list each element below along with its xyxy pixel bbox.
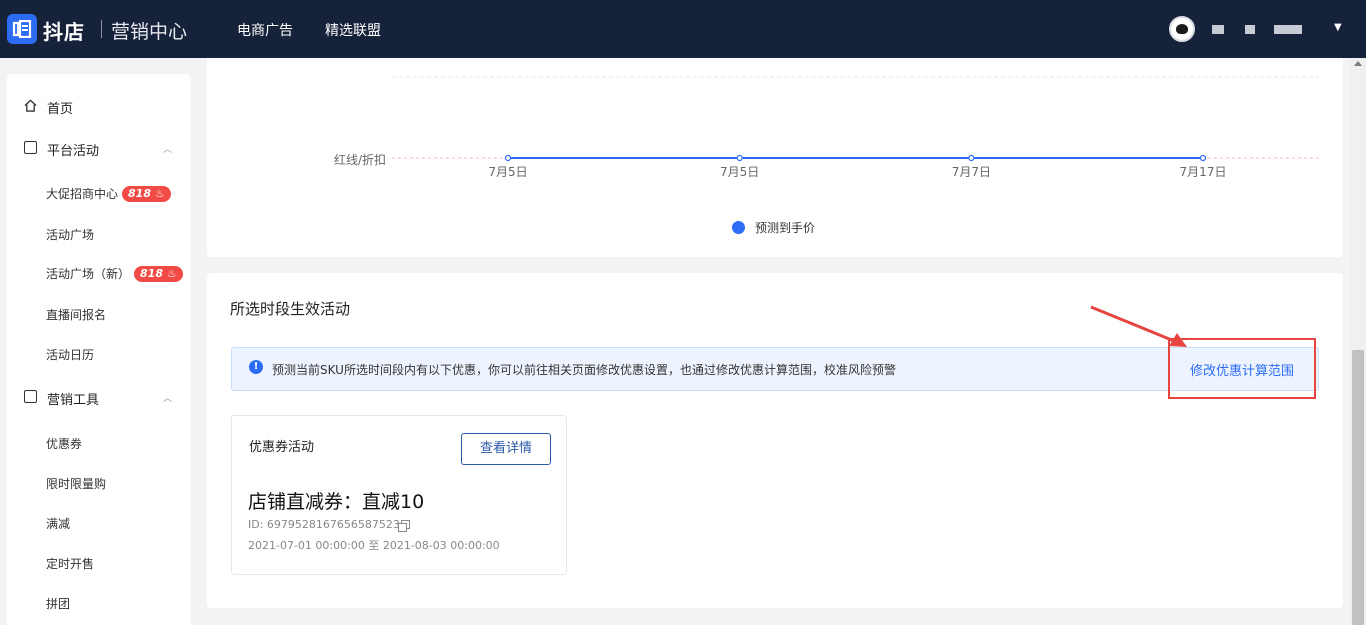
page-scrollbar[interactable] — [1350, 58, 1366, 625]
copy-icon[interactable] — [398, 520, 410, 532]
sidebar-item-flash-sale[interactable]: 限时限量购 — [46, 475, 106, 492]
hot-badge: 818 ♨ — [122, 186, 171, 202]
notice-text: 预测当前SKU所选时间段内有以下优惠，你可以前往相关页面修改优惠设置，也通过修改… — [272, 363, 896, 377]
coupon-id: ID: 6979528167656587523 — [248, 518, 400, 531]
price-forecast-card: 7月5日 7月5日 7月7日 7月17日 红线/折扣 预测到手价 — [207, 58, 1343, 257]
blurred-shop-name — [1274, 25, 1302, 34]
info-icon: ! — [249, 360, 263, 374]
data-point — [968, 154, 975, 162]
scroll-up-arrow-icon[interactable] — [1354, 61, 1362, 66]
nav-alliance[interactable]: 精选联盟 — [325, 20, 381, 40]
sidebar-item-home[interactable]: 首页 — [47, 98, 73, 117]
x-tick-label: 7月5日 — [720, 165, 759, 179]
sidebar-item-promo-center[interactable]: 大促招商中心 818 ♨ — [46, 185, 171, 202]
doudian-logo-icon[interactable] — [7, 14, 37, 44]
brand-divider — [101, 20, 102, 38]
activity-icon — [24, 141, 37, 154]
sidebar-item-timed-sale[interactable]: 定时开售 — [46, 555, 94, 572]
legend-label: 预测到手价 — [755, 221, 816, 235]
chart-legend[interactable]: 预测到手价 — [732, 219, 815, 236]
sidebar-group-platform-activity[interactable]: 平台活动 — [47, 140, 99, 159]
coupon-type-label: 优惠券活动 — [249, 440, 315, 455]
reference-line-label: 红线/折扣 — [334, 153, 387, 167]
sidebar-group-marketing-tools[interactable]: 营销工具 — [47, 389, 99, 408]
sidebar-item-group-buy[interactable]: 拼团 — [46, 595, 70, 612]
chevron-up-icon[interactable]: ︿ — [163, 142, 172, 155]
hot-badge: 818 ♨ — [134, 266, 183, 282]
data-point — [736, 154, 743, 162]
nav-ads[interactable]: 电商广告 — [237, 20, 293, 40]
x-tick-label: 7月7日 — [952, 165, 991, 179]
sidebar-item-live-signup[interactable]: 直播间报名 — [46, 306, 106, 323]
brand-subtitle: 营销中心 — [111, 21, 188, 43]
home-icon — [24, 99, 37, 112]
sidebar-item-full-reduction[interactable]: 满减 — [46, 515, 70, 532]
legend-marker-icon — [732, 221, 745, 234]
highlight-box — [1168, 338, 1316, 399]
x-tick-label: 7月5日 — [488, 165, 527, 179]
data-point — [504, 154, 512, 162]
sidebar-item-activity-calendar[interactable]: 活动日历 — [46, 346, 94, 363]
chevron-up-icon[interactable]: ︿ — [163, 391, 172, 404]
section-title: 所选时段生效活动 — [230, 300, 351, 318]
active-promotions-card: 所选时段生效活动 ! 预测当前SKU所选时间段内有以下优惠，你可以前往相关页面修… — [207, 273, 1343, 608]
avatar[interactable] — [1169, 16, 1195, 42]
sidebar-item-activity-plaza[interactable]: 活动广场 — [46, 226, 94, 243]
coupon-name: 店铺直减券：直减10 — [248, 491, 425, 513]
sidebar-item-activity-plaza-new[interactable]: 活动广场（新） 818 ♨ — [46, 265, 183, 282]
top-bar: 抖店 营销中心 电商广告 精选联盟 ▼ — [0, 0, 1366, 58]
account-dropdown-icon[interactable]: ▼ — [1334, 22, 1342, 33]
x-tick-label: 7月17日 — [1180, 165, 1227, 179]
coupon-activity-card: 优惠券活动 查看详情 店铺直减券：直减10 ID: 69795281676565… — [231, 415, 567, 575]
brand-name[interactable]: 抖店 — [43, 16, 85, 45]
marketing-tools-icon — [24, 390, 37, 403]
notice-banner: ! 预测当前SKU所选时间段内有以下优惠，你可以前往相关页面修改优惠设置，也通过… — [231, 347, 1319, 391]
blurred-username — [1245, 25, 1255, 34]
coupon-period: 2021-07-01 00:00:00 至 2021-08-03 00:00:0… — [248, 539, 500, 552]
sidebar: 首页 平台活动 ︿ 大促招商中心 818 ♨ 活动广场 活动广场（新） 818 ♨ … — [7, 74, 191, 625]
view-details-button[interactable]: 查看详情 — [461, 433, 551, 465]
data-point — [1199, 154, 1207, 162]
scroll-thumb[interactable] — [1352, 350, 1364, 625]
blurred-username — [1212, 25, 1224, 34]
sidebar-item-coupon[interactable]: 优惠券 — [46, 435, 82, 452]
